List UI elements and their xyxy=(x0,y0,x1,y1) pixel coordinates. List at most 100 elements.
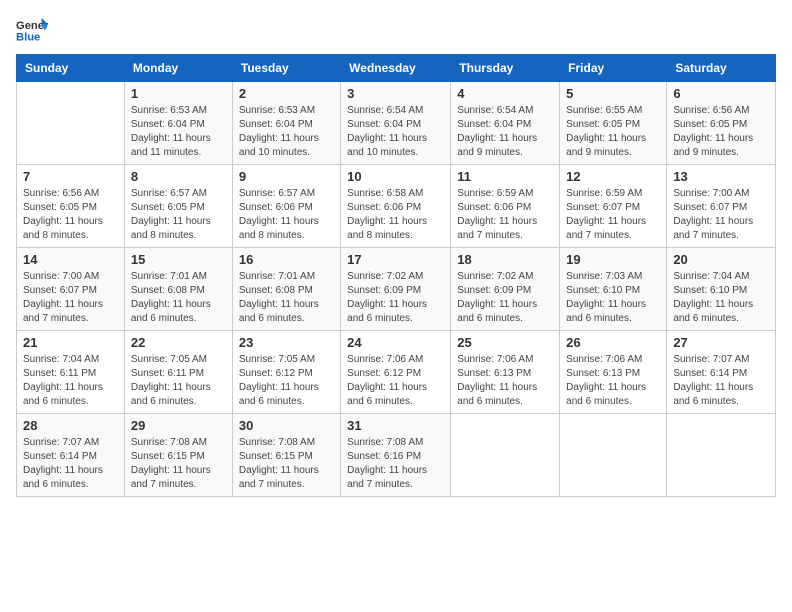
day-number: 9 xyxy=(239,169,334,184)
day-info: Sunrise: 7:00 AMSunset: 6:07 PMDaylight:… xyxy=(673,187,769,243)
calendar-cell: 22 Sunrise: 7:05 AMSunset: 6:11 PMDayligh… xyxy=(124,331,232,414)
day-number: 25 xyxy=(457,335,553,350)
column-header-tuesday: Tuesday xyxy=(232,55,340,82)
day-number: 20 xyxy=(673,252,769,267)
calendar-week-row: 1Sunrise: 6:53 AMSunset: 6:04 PMDaylight… xyxy=(17,82,776,165)
calendar-cell: 9 Sunrise: 6:57 AMSunset: 6:06 PMDaylight… xyxy=(232,165,340,248)
day-info: Sunrise: 6:54 AMSunset: 6:04 PMDaylight:… xyxy=(457,104,553,160)
calendar-cell: 29Sunrise: 7:08 AMSunset: 6:15 PMDayligh… xyxy=(124,414,232,497)
calendar-body: 1Sunrise: 6:53 AMSunset: 6:04 PMDaylight… xyxy=(17,82,776,497)
day-number: 28 xyxy=(23,418,118,433)
calendar-cell xyxy=(451,414,560,497)
day-number: 15 xyxy=(131,252,226,267)
day-number: 21 xyxy=(23,335,118,350)
day-number: 8 xyxy=(131,169,226,184)
day-number: 4 xyxy=(457,86,553,101)
calendar-cell: 31 Sunrise: 7:08 AMSunset: 6:16 PMDayligh… xyxy=(341,414,451,497)
day-info: Sunrise: 7:07 AMSunset: 6:14 PMDaylight:… xyxy=(23,436,118,492)
day-info: Sunrise: 7:06 AMSunset: 6:12 PMDaylight:… xyxy=(347,353,444,409)
calendar-week-row: 28 Sunrise: 7:07 AMSunset: 6:14 PMDayligh… xyxy=(17,414,776,497)
day-info: Sunrise: 6:56 AMSunset: 6:05 PMDaylight:… xyxy=(673,104,769,160)
column-header-sunday: Sunday xyxy=(17,55,125,82)
calendar-cell: 5 Sunrise: 6:55 AMSunset: 6:05 PMDaylight… xyxy=(560,82,667,165)
calendar-cell: 30 Sunrise: 7:08 AMSunset: 6:15 PMDayligh… xyxy=(232,414,340,497)
day-info: Sunrise: 6:57 AMSunset: 6:06 PMDaylight:… xyxy=(239,187,334,243)
day-number: 14 xyxy=(23,252,118,267)
calendar-cell xyxy=(667,414,776,497)
calendar-cell: 11 Sunrise: 6:59 AMSunset: 6:06 PMDayligh… xyxy=(451,165,560,248)
logo: General Blue xyxy=(16,16,52,44)
column-header-monday: Monday xyxy=(124,55,232,82)
day-info: Sunrise: 7:08 AMSunset: 6:15 PMDaylight:… xyxy=(239,436,334,492)
day-number: 24 xyxy=(347,335,444,350)
day-number: 22 xyxy=(131,335,226,350)
calendar-cell: 14 Sunrise: 7:00 AMSunset: 6:07 PMDayligh… xyxy=(17,248,125,331)
calendar-cell: 2Sunrise: 6:53 AMSunset: 6:04 PMDaylight… xyxy=(232,82,340,165)
calendar-cell: 13 Sunrise: 7:00 AMSunset: 6:07 PMDayligh… xyxy=(667,165,776,248)
calendar-cell: 20 Sunrise: 7:04 AMSunset: 6:10 PMDayligh… xyxy=(667,248,776,331)
column-header-saturday: Saturday xyxy=(667,55,776,82)
calendar-table: SundayMondayTuesdayWednesdayThursdayFrid… xyxy=(16,54,776,497)
day-number: 27 xyxy=(673,335,769,350)
day-info: Sunrise: 7:01 AMSunset: 6:08 PMDaylight:… xyxy=(131,270,226,326)
day-info: Sunrise: 7:04 AMSunset: 6:11 PMDaylight:… xyxy=(23,353,118,409)
calendar-cell: 10 Sunrise: 6:58 AMSunset: 6:06 PMDayligh… xyxy=(341,165,451,248)
column-header-friday: Friday xyxy=(560,55,667,82)
calendar-cell: 23Sunrise: 7:05 AMSunset: 6:12 PMDayligh… xyxy=(232,331,340,414)
column-header-wednesday: Wednesday xyxy=(341,55,451,82)
calendar-cell: 21 Sunrise: 7:04 AMSunset: 6:11 PMDayligh… xyxy=(17,331,125,414)
calendar-cell: 3Sunrise: 6:54 AMSunset: 6:04 PMDaylight… xyxy=(341,82,451,165)
day-number: 18 xyxy=(457,252,553,267)
calendar-cell: 26 Sunrise: 7:06 AMSunset: 6:13 PMDayligh… xyxy=(560,331,667,414)
day-number: 30 xyxy=(239,418,334,433)
calendar-cell: 18 Sunrise: 7:02 AMSunset: 6:09 PMDayligh… xyxy=(451,248,560,331)
svg-text:Blue: Blue xyxy=(16,31,40,43)
calendar-cell xyxy=(17,82,125,165)
calendar-cell: 7Sunrise: 6:56 AMSunset: 6:05 PMDaylight… xyxy=(17,165,125,248)
day-info: Sunrise: 7:05 AMSunset: 6:11 PMDaylight:… xyxy=(131,353,226,409)
day-info: Sunrise: 7:08 AMSunset: 6:16 PMDaylight:… xyxy=(347,436,444,492)
day-number: 1 xyxy=(131,86,226,101)
calendar-cell: 19 Sunrise: 7:03 AMSunset: 6:10 PMDayligh… xyxy=(560,248,667,331)
day-info: Sunrise: 7:04 AMSunset: 6:10 PMDaylight:… xyxy=(673,270,769,326)
day-info: Sunrise: 6:59 AMSunset: 6:07 PMDaylight:… xyxy=(566,187,660,243)
day-info: Sunrise: 7:06 AMSunset: 6:13 PMDaylight:… xyxy=(457,353,553,409)
day-info: Sunrise: 6:58 AMSunset: 6:06 PMDaylight:… xyxy=(347,187,444,243)
calendar-cell: 15 Sunrise: 7:01 AMSunset: 6:08 PMDayligh… xyxy=(124,248,232,331)
day-number: 31 xyxy=(347,418,444,433)
calendar-header-row: SundayMondayTuesdayWednesdayThursdayFrid… xyxy=(17,55,776,82)
page-header: General Blue xyxy=(16,16,776,44)
calendar-cell: 17Sunrise: 7:02 AMSunset: 6:09 PMDayligh… xyxy=(341,248,451,331)
day-info: Sunrise: 7:00 AMSunset: 6:07 PMDaylight:… xyxy=(23,270,118,326)
calendar-cell xyxy=(560,414,667,497)
day-number: 2 xyxy=(239,86,334,101)
day-info: Sunrise: 7:02 AMSunset: 6:09 PMDaylight:… xyxy=(347,270,444,326)
day-info: Sunrise: 6:57 AMSunset: 6:05 PMDaylight:… xyxy=(131,187,226,243)
day-info: Sunrise: 6:59 AMSunset: 6:06 PMDaylight:… xyxy=(457,187,553,243)
calendar-week-row: 21 Sunrise: 7:04 AMSunset: 6:11 PMDayligh… xyxy=(17,331,776,414)
day-info: Sunrise: 7:03 AMSunset: 6:10 PMDaylight:… xyxy=(566,270,660,326)
calendar-cell: 6 Sunrise: 6:56 AMSunset: 6:05 PMDaylight… xyxy=(667,82,776,165)
day-info: Sunrise: 7:08 AMSunset: 6:15 PMDaylight:… xyxy=(131,436,226,492)
calendar-cell: 16Sunrise: 7:01 AMSunset: 6:08 PMDayligh… xyxy=(232,248,340,331)
day-number: 11 xyxy=(457,169,553,184)
day-info: Sunrise: 7:05 AMSunset: 6:12 PMDaylight:… xyxy=(239,353,334,409)
calendar-cell: 25 Sunrise: 7:06 AMSunset: 6:13 PMDayligh… xyxy=(451,331,560,414)
day-info: Sunrise: 7:01 AMSunset: 6:08 PMDaylight:… xyxy=(239,270,334,326)
day-number: 5 xyxy=(566,86,660,101)
column-header-thursday: Thursday xyxy=(451,55,560,82)
calendar-cell: 12Sunrise: 6:59 AMSunset: 6:07 PMDayligh… xyxy=(560,165,667,248)
calendar-week-row: 14 Sunrise: 7:00 AMSunset: 6:07 PMDayligh… xyxy=(17,248,776,331)
day-info: Sunrise: 6:55 AMSunset: 6:05 PMDaylight:… xyxy=(566,104,660,160)
day-number: 26 xyxy=(566,335,660,350)
calendar-cell: 27 Sunrise: 7:07 AMSunset: 6:14 PMDayligh… xyxy=(667,331,776,414)
day-number: 19 xyxy=(566,252,660,267)
day-info: Sunrise: 7:02 AMSunset: 6:09 PMDaylight:… xyxy=(457,270,553,326)
calendar-week-row: 7Sunrise: 6:56 AMSunset: 6:05 PMDaylight… xyxy=(17,165,776,248)
day-number: 13 xyxy=(673,169,769,184)
day-number: 7 xyxy=(23,169,118,184)
day-number: 10 xyxy=(347,169,444,184)
day-info: Sunrise: 7:06 AMSunset: 6:13 PMDaylight:… xyxy=(566,353,660,409)
day-info: Sunrise: 7:07 AMSunset: 6:14 PMDaylight:… xyxy=(673,353,769,409)
day-number: 6 xyxy=(673,86,769,101)
